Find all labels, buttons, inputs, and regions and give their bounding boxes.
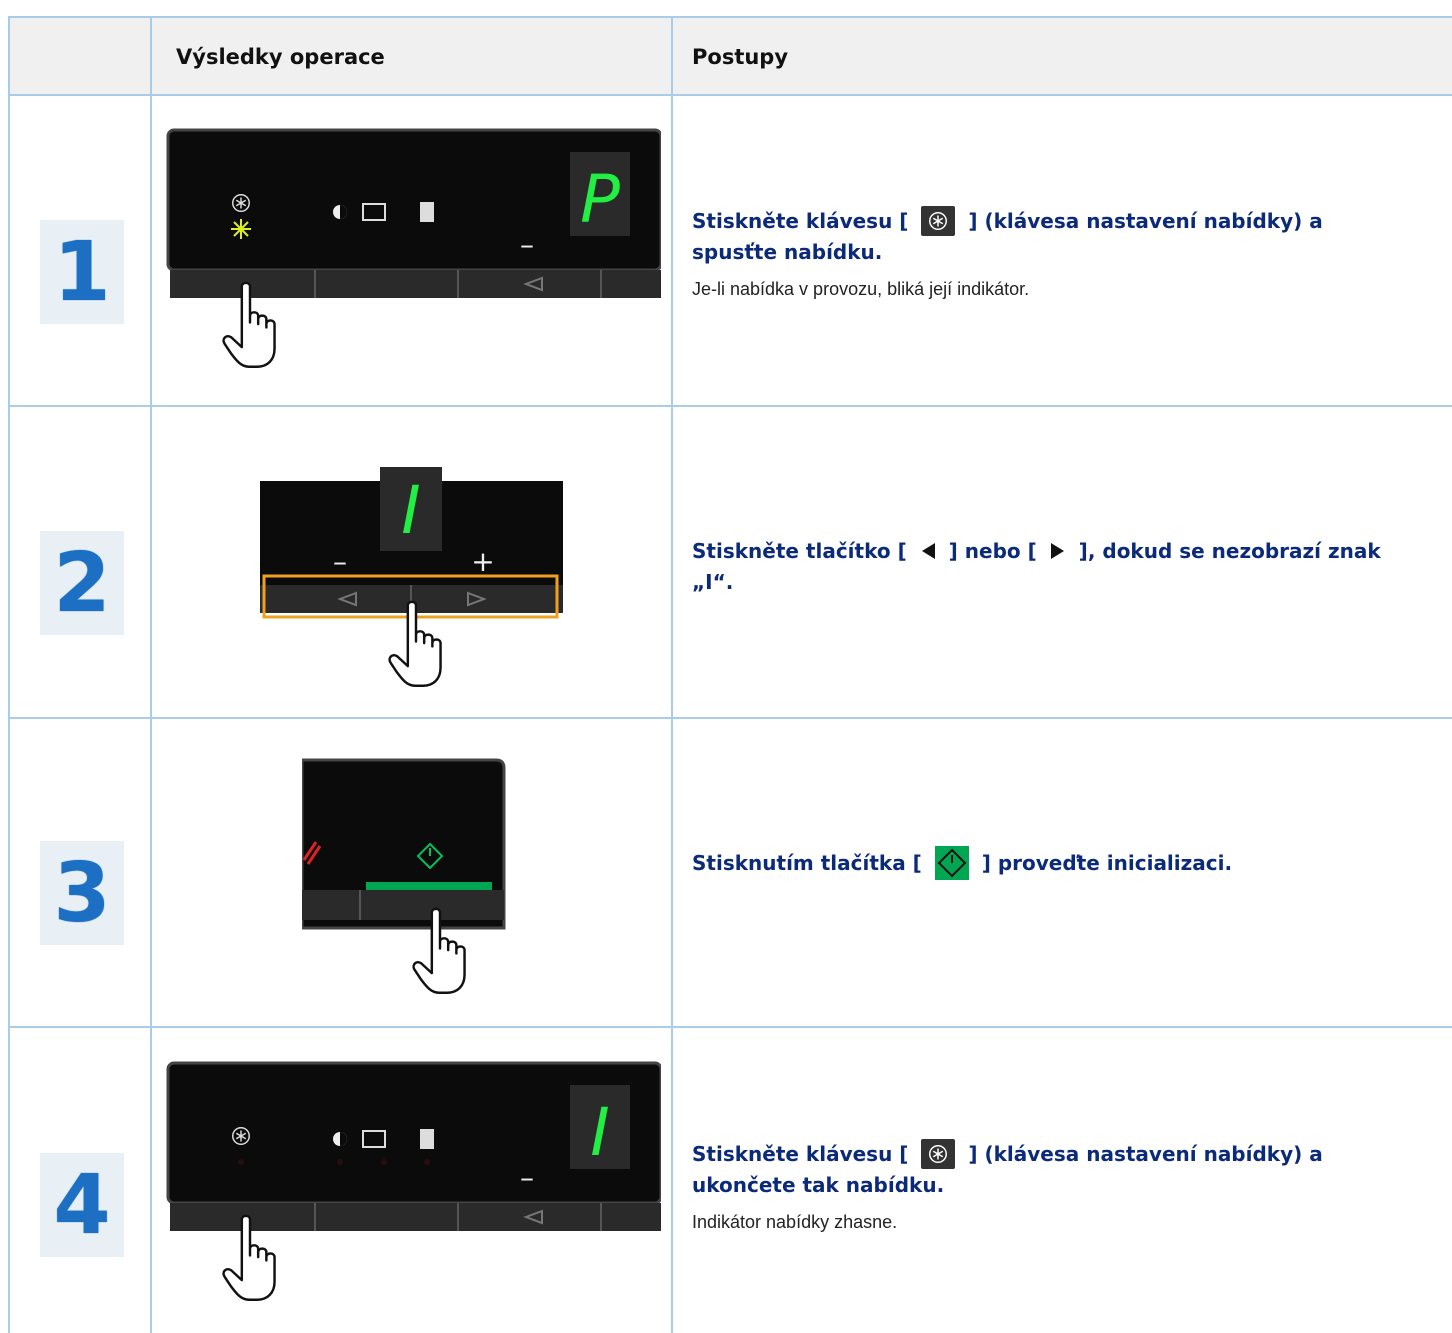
step1-note: Je-li nabídka v provozu, bliká její indi… xyxy=(692,279,1030,299)
minus-label: – xyxy=(520,1161,534,1194)
step1-instruction: Stiskněte klávesu [ ] (klávesa nastavení… xyxy=(692,205,1412,268)
step4-note: Indikátor nabídky zhasne. xyxy=(692,1212,898,1232)
step3-instruction: Stisknutím tlačítka [ ] proveďte inicial… xyxy=(692,845,1412,880)
left-triangle-icon xyxy=(921,542,935,559)
row-divider xyxy=(8,1026,1452,1028)
column-divider xyxy=(671,16,673,1333)
blinking-indicator xyxy=(231,219,251,239)
start-key-light xyxy=(366,882,492,890)
step-number-label: 3 xyxy=(53,845,111,941)
start-diamond-icon xyxy=(934,845,969,880)
plus-label: + xyxy=(471,545,494,578)
step-number-label: 1 xyxy=(53,224,111,320)
instruction-text: Stiskněte klávesu [ xyxy=(692,209,909,233)
step2-instruction: Stiskněte tlačítko [ ] nebo [ ], dokud s… xyxy=(692,536,1412,598)
menu-asterisk-icon xyxy=(921,205,956,236)
row-divider xyxy=(8,405,1452,407)
paper-icon xyxy=(420,1129,434,1149)
column-divider xyxy=(150,16,152,1333)
step-number-3: 3 xyxy=(40,841,124,945)
column-divider xyxy=(8,16,10,1333)
instruction-text: Stiskněte klávesu [ xyxy=(692,1142,909,1166)
panel-illustration-step2: I – + xyxy=(260,433,563,691)
display-character: I xyxy=(590,1094,609,1171)
procedure-step2: Stiskněte tlačítko [ ] nebo [ ], dokud s… xyxy=(692,536,1412,598)
paper-icon xyxy=(420,202,434,222)
panel-illustration-step3 xyxy=(302,744,521,1000)
procedure-step4: Stiskněte klávesu [ ] (klávesa nastavení… xyxy=(692,1138,1412,1235)
row-divider xyxy=(8,717,1452,719)
panel-svg: I – + xyxy=(260,467,563,688)
display-character: I xyxy=(401,472,420,549)
panel-illustration-step1: P – xyxy=(160,122,661,378)
minus-label: – xyxy=(333,545,347,578)
right-triangle-icon xyxy=(1050,542,1064,559)
step-number-label: 4 xyxy=(53,1157,111,1253)
step-number-1: 1 xyxy=(40,220,124,324)
panel-svg: P – xyxy=(166,128,661,369)
procedure-step3: Stisknutím tlačítka [ ] proveďte inicial… xyxy=(692,845,1412,880)
indicator-off xyxy=(238,1159,244,1165)
procedure-step1: Stiskněte klávesu [ ] (klávesa nastavení… xyxy=(692,205,1412,302)
instruction-text: Stisknutím tlačítka [ xyxy=(692,851,922,875)
display-character: P xyxy=(580,161,620,238)
header-procedures: Postupy xyxy=(692,45,789,69)
step4-instruction: Stiskněte klávesu [ ] (klávesa nastavení… xyxy=(692,1138,1412,1201)
step-number-4: 4 xyxy=(40,1153,124,1257)
step-number-label: 2 xyxy=(53,535,111,631)
menu-asterisk-icon xyxy=(921,1138,956,1169)
panel-illustration-step4: I – xyxy=(160,1055,661,1311)
step-number-2: 2 xyxy=(40,531,124,635)
instruction-text: Stiskněte tlačítko [ xyxy=(692,539,907,563)
instruction-text: ] proveďte inicializaci. xyxy=(981,851,1233,875)
panel-svg: I – xyxy=(166,1061,661,1302)
pointing-hand-icon xyxy=(387,600,443,688)
panel-svg xyxy=(302,758,506,995)
minus-label: – xyxy=(520,228,534,261)
instruction-text: ] nebo [ xyxy=(948,539,1037,563)
header-results: Výsledky operace xyxy=(176,45,385,69)
